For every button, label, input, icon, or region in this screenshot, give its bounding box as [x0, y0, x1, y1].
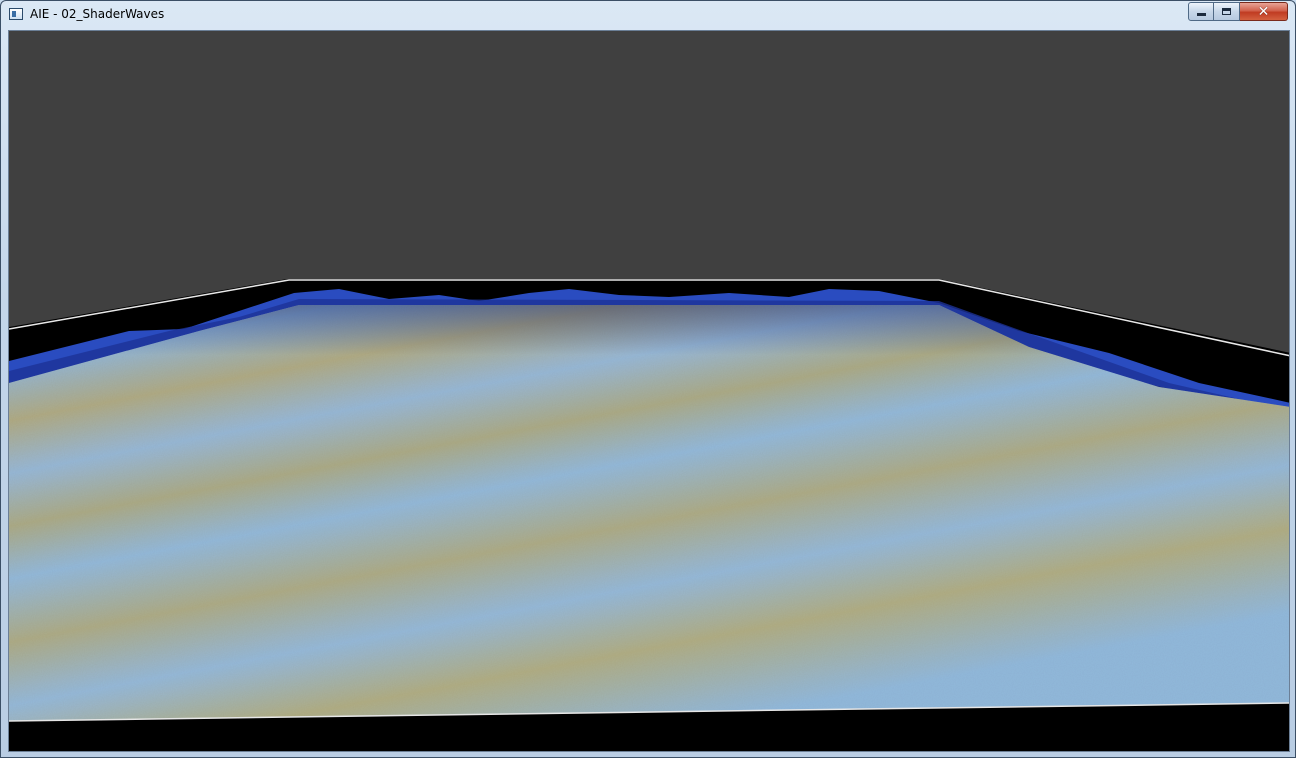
- app-window-icon[interactable]: [9, 8, 23, 20]
- maximize-icon: [1222, 8, 1231, 15]
- minimize-icon: [1196, 13, 1206, 16]
- title-bar[interactable]: AIE - 02_ShaderWaves ✕: [1, 1, 1295, 29]
- window-title: AIE - 02_ShaderWaves: [30, 7, 165, 21]
- scene-canvas: [9, 279, 1289, 751]
- application-window: AIE - 02_ShaderWaves ✕: [0, 0, 1296, 758]
- window-controls: ✕: [1188, 2, 1288, 21]
- close-button[interactable]: ✕: [1240, 2, 1288, 21]
- minimize-button[interactable]: [1188, 2, 1214, 21]
- render-viewport[interactable]: [8, 30, 1290, 752]
- close-icon: ✕: [1257, 3, 1270, 20]
- maximize-button[interactable]: [1214, 2, 1240, 21]
